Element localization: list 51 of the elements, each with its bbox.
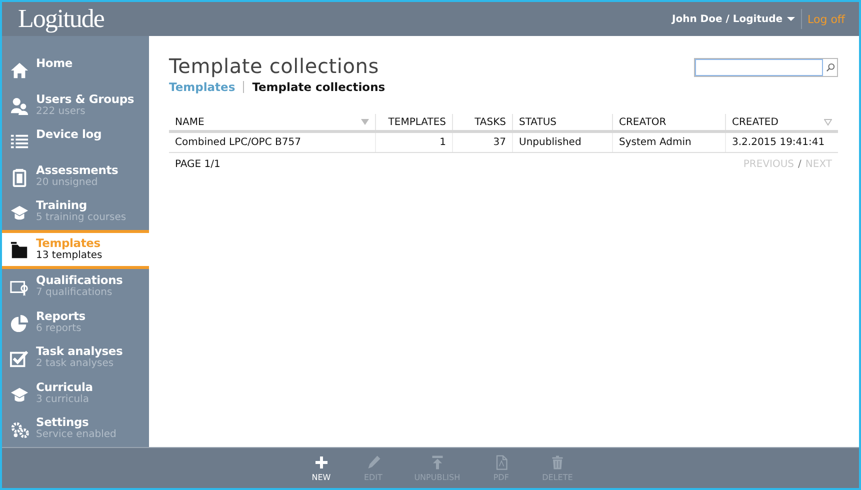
- sidebar-item[interactable]: Settings Service enabled: [2, 411, 149, 447]
- page-indicator: PAGE 1/1: [175, 159, 220, 170]
- separator: /: [798, 159, 802, 170]
- graduation-cap-icon: [10, 203, 29, 222]
- users-icon: [10, 96, 29, 116]
- column-header[interactable]: NAME: [169, 114, 376, 132]
- page-title: Template collections: [169, 54, 380, 78]
- sidebar-item[interactable]: Task analyses 2 task analyses: [2, 340, 149, 376]
- column-header[interactable]: CREATOR: [612, 114, 726, 132]
- document-icon: [494, 454, 509, 470]
- sidebar-item[interactable]: Curricula 3 curricula: [2, 376, 149, 412]
- sidebar-item[interactable]: Templates 13 templates: [2, 230, 149, 270]
- logoff-link[interactable]: Log off: [808, 12, 845, 26]
- user-menu[interactable]: John Doe / Logitude: [672, 14, 795, 24]
- gears-icon: [10, 420, 29, 440]
- sidebar-item[interactable]: Training 5 training courses: [2, 194, 149, 230]
- table-cell: 3.2.2015 19:41:41: [726, 132, 838, 152]
- breadcrumb-link[interactable]: Templates: [169, 80, 236, 94]
- plus-icon: [314, 454, 329, 470]
- folder-icon: [10, 240, 29, 260]
- table-cell: System Admin: [612, 132, 726, 152]
- breadcrumb-current[interactable]: Template collections: [252, 80, 386, 94]
- trash-icon: [550, 454, 565, 470]
- logo: Logitude: [18, 4, 105, 34]
- home-icon: [10, 61, 29, 80]
- search-field[interactable]: [694, 58, 838, 77]
- table-cell: 1: [376, 132, 452, 152]
- pie-chart-icon: [10, 314, 29, 333]
- sidebar-item[interactable]: Users & Groups 222 users: [2, 88, 149, 124]
- sidebar-item[interactable]: Qualifications 7 qualifications: [2, 269, 149, 305]
- sidebar-item[interactable]: Device log: [2, 123, 149, 159]
- table-cell: Combined LPC/OPC B757: [169, 132, 376, 152]
- sidebar-item[interactable]: Home: [2, 52, 149, 88]
- sidebar-item[interactable]: Assessments 20 unsigned: [2, 158, 149, 194]
- sidebar-item[interactable]: Reports 6 reports: [2, 304, 149, 340]
- column-header[interactable]: STATUS: [512, 114, 612, 132]
- checkbox-icon: [10, 349, 29, 368]
- search-icon[interactable]: [826, 63, 834, 72]
- column-header[interactable]: CREATED: [726, 114, 838, 132]
- sort-arrow-icon[interactable]: [824, 118, 832, 126]
- table-cell: Unpublished: [512, 132, 612, 152]
- table-cell: 37: [452, 132, 512, 152]
- column-header[interactable]: TASKS: [452, 114, 512, 132]
- sort-arrow-icon[interactable]: [361, 118, 369, 126]
- column-header[interactable]: TEMPLATES: [376, 114, 452, 132]
- caret-icon: [786, 16, 795, 22]
- upload-icon: [430, 454, 445, 470]
- certificate-icon: [10, 278, 29, 298]
- toolbar-button[interactable]: NEW: [306, 448, 336, 488]
- pencil-icon: [366, 454, 381, 470]
- clipboard-icon: [10, 168, 29, 187]
